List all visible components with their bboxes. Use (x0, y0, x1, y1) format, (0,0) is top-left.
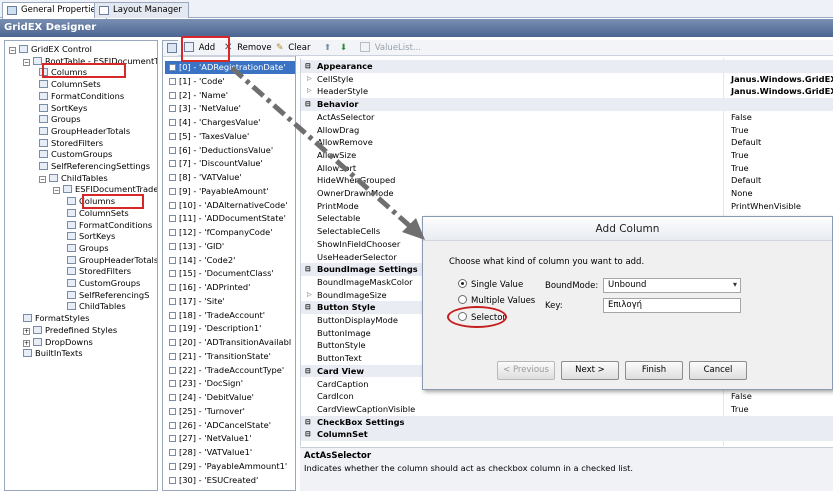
arrow-shaft (230, 66, 414, 230)
annotation-arrow (230, 66, 425, 240)
